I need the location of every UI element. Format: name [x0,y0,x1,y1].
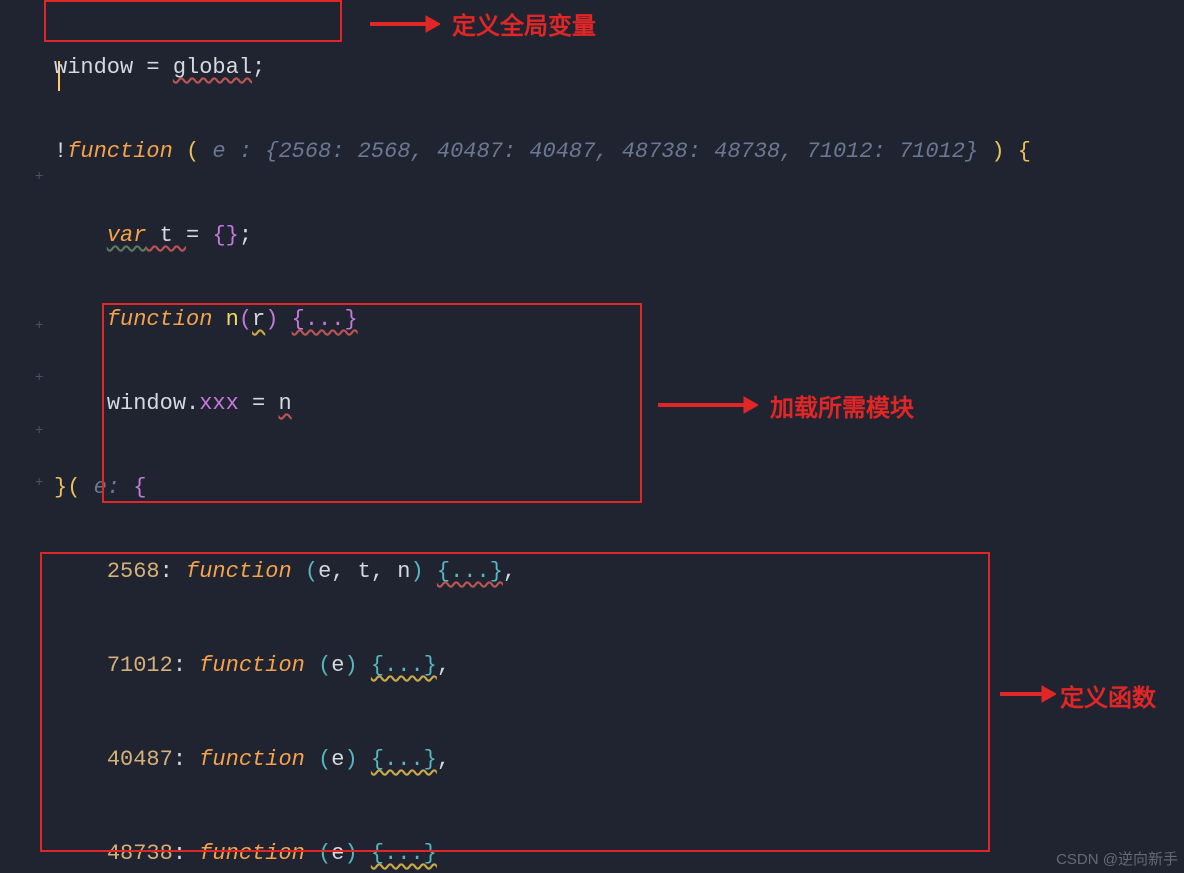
code-line: 71012: function (e) {...}, [54,645,1031,697]
code-line: 2568: function (e, t, n) {...}, [54,551,1031,603]
code-editor[interactable]: window = global; !function ( e : {2568: … [54,5,1031,873]
code-line: !function ( e : {2568: 2568, 40487: 4048… [54,131,1031,173]
annotation-function: 定义函数 [1060,678,1156,713]
editor-gutter: + + + + + [0,0,54,873]
arrow-icon [658,395,758,415]
fold-marker[interactable]: + [35,476,43,490]
fold-marker[interactable]: + [35,371,43,385]
arrow-icon [1000,684,1056,704]
code-line: window = global; [54,47,1031,89]
fold-marker[interactable]: + [35,319,43,333]
arrow-icon [370,14,440,34]
fold-marker[interactable]: + [35,170,43,184]
fold-marker[interactable]: + [35,424,43,438]
code-line: }( e: { [54,467,1031,509]
code-line: 48738: function (e) {...} [54,833,1031,873]
code-line: 40487: function (e) {...}, [54,739,1031,791]
code-line: function n(r) {...} [54,299,1031,341]
watermark: CSDN @逆向新手 [1056,848,1178,869]
code-line: var t = {}; [54,215,1031,257]
annotation-modules: 加载所需模块 [770,388,914,423]
annotation-global: 定义全局变量 [452,6,596,41]
